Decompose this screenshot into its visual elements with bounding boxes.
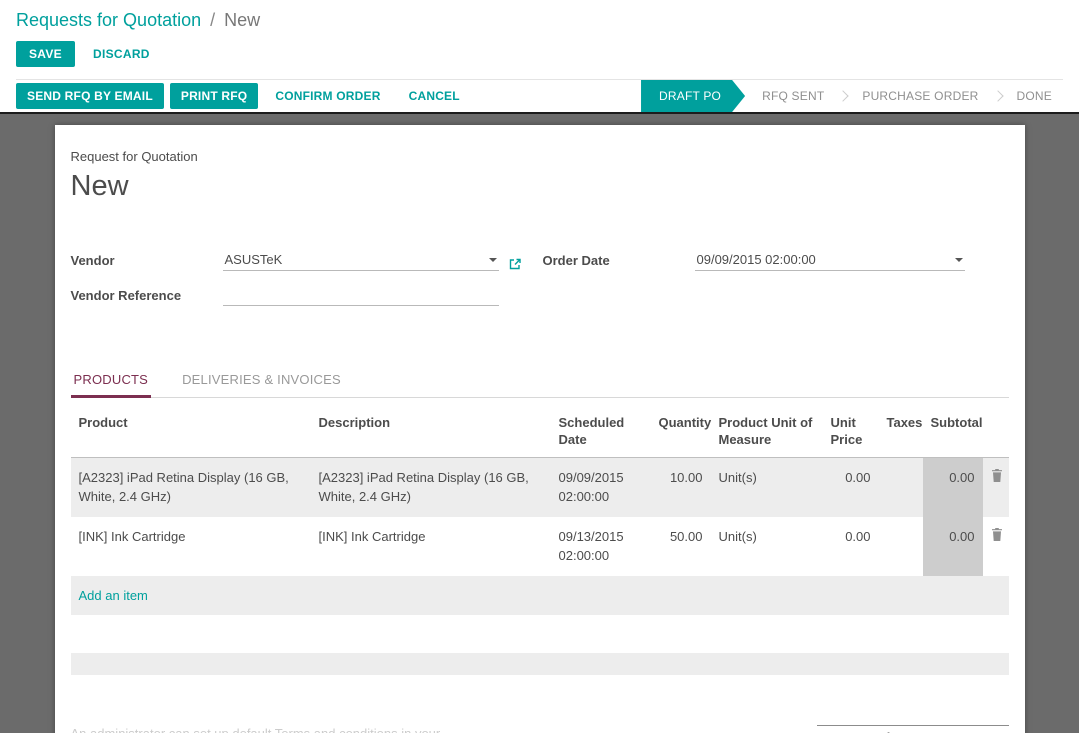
add-item-row: Add an item bbox=[71, 576, 1009, 616]
print-rfq-button[interactable]: PRINT RFQ bbox=[170, 83, 258, 109]
cell-scheduled-date[interactable]: 09/09/2015 02:00:00 bbox=[551, 457, 651, 517]
toolbar-buttons: SEND RFQ BY EMAIL PRINT RFQ CONFIRM ORDE… bbox=[0, 80, 471, 112]
cell-unit-price[interactable]: 0.00 bbox=[823, 517, 879, 576]
tab-deliveries-invoices[interactable]: DELIVERIES & INVOICES bbox=[179, 363, 344, 397]
terms-textarea[interactable] bbox=[71, 725, 499, 733]
column-header-uom[interactable]: Product Unit of Measure bbox=[711, 402, 823, 457]
sheet-footer: Untaxed Amount : 0.00€ Taxes : 0.00€ Tot… bbox=[71, 725, 1009, 733]
status-step-done[interactable]: DONE bbox=[1002, 80, 1067, 112]
empty-section-bar bbox=[71, 653, 1009, 675]
save-button[interactable]: SAVE bbox=[16, 41, 75, 67]
vendor-external-link-icon[interactable] bbox=[508, 257, 522, 271]
record-title: New bbox=[71, 170, 1009, 203]
confirm-order-button[interactable]: CONFIRM ORDER bbox=[264, 83, 391, 109]
cell-product[interactable]: [INK] Ink Cartridge bbox=[71, 517, 311, 576]
cell-delete bbox=[983, 517, 1009, 576]
form-toolbar: SEND RFQ BY EMAIL PRINT RFQ CONFIRM ORDE… bbox=[0, 80, 1079, 114]
cell-unit-price[interactable]: 0.00 bbox=[823, 457, 879, 517]
breadcrumb-separator: / bbox=[210, 10, 215, 30]
vendor-reference-label: Vendor Reference bbox=[71, 288, 223, 306]
vendor-dropdown-caret-icon[interactable] bbox=[489, 258, 497, 262]
table-header-row: Product Description Scheduled Date Quant… bbox=[71, 402, 1009, 457]
vendor-value: ASUSTeK bbox=[225, 252, 483, 267]
status-step-draft-po[interactable]: DRAFT PO bbox=[641, 80, 745, 112]
order-date-value: 09/09/2015 02:00:00 bbox=[697, 252, 949, 267]
vendor-reference-value bbox=[225, 287, 497, 302]
form-sheet: Request for Quotation New Vendor ASUSTeK bbox=[55, 125, 1025, 733]
fields-left-column: Vendor ASUSTeK bbox=[71, 249, 543, 319]
tab-products[interactable]: PRODUCTS bbox=[71, 363, 152, 398]
order-date-input[interactable]: 09/09/2015 02:00:00 bbox=[695, 252, 965, 271]
vendor-field-row: Vendor ASUSTeK bbox=[71, 249, 543, 271]
status-step-rfq-sent[interactable]: RFQ SENT bbox=[747, 80, 839, 112]
control-panel: Requests for Quotation / New SAVE DISCAR… bbox=[0, 0, 1079, 80]
cell-quantity[interactable]: 10.00 bbox=[651, 457, 711, 517]
column-header-scheduled-date[interactable]: Scheduled Date bbox=[551, 402, 651, 457]
cell-quantity[interactable]: 50.00 bbox=[651, 517, 711, 576]
status-step-purchase-order[interactable]: PURCHASE ORDER bbox=[847, 80, 993, 112]
untaxed-amount-row: Untaxed Amount : 0.00€ bbox=[817, 725, 1009, 733]
cell-subtotal: 0.00 bbox=[923, 457, 983, 517]
column-header-product[interactable]: Product bbox=[71, 402, 311, 457]
terms-and-conditions bbox=[71, 725, 499, 733]
column-header-subtotal[interactable]: Subtotal bbox=[923, 402, 983, 457]
order-lines-table: Product Description Scheduled Date Quant… bbox=[71, 402, 1009, 615]
vendor-reference-input[interactable] bbox=[223, 287, 499, 306]
header-fields: Vendor ASUSTeK bbox=[71, 249, 1009, 319]
cancel-button[interactable]: CANCEL bbox=[398, 83, 471, 109]
cell-delete bbox=[983, 457, 1009, 517]
vendor-input[interactable]: ASUSTeK bbox=[223, 252, 499, 271]
statusbar: DRAFT PO RFQ SENT PURCHASE ORDER DONE bbox=[641, 80, 1079, 112]
table-row: [A2323] iPad Retina Display (16 GB, Whit… bbox=[71, 457, 1009, 517]
order-date-label: Order Date bbox=[543, 253, 695, 271]
table-row: [INK] Ink Cartridge [INK] Ink Cartridge … bbox=[71, 517, 1009, 576]
fields-right-column: Order Date 09/09/2015 02:00:00 bbox=[543, 249, 1009, 319]
sheet-subtitle: Request for Quotation bbox=[71, 149, 1009, 164]
rfq-form-page: Requests for Quotation / New SAVE DISCAR… bbox=[0, 0, 1079, 733]
column-header-description[interactable]: Description bbox=[311, 402, 551, 457]
notebook-tabs: PRODUCTS DELIVERIES & INVOICES bbox=[71, 363, 1009, 398]
cell-taxes[interactable] bbox=[879, 457, 923, 517]
cell-description[interactable]: [A2323] iPad Retina Display (16 GB, Whit… bbox=[311, 457, 551, 517]
vendor-reference-field-row: Vendor Reference bbox=[71, 284, 543, 306]
cell-description[interactable]: [INK] Ink Cartridge bbox=[311, 517, 551, 576]
breadcrumb: Requests for Quotation / New bbox=[16, 10, 1063, 31]
cell-uom[interactable]: Unit(s) bbox=[711, 517, 823, 576]
breadcrumb-parent-link[interactable]: Requests for Quotation bbox=[16, 10, 201, 30]
order-date-dropdown-caret-icon[interactable] bbox=[955, 258, 963, 262]
cell-subtotal: 0.00 bbox=[923, 517, 983, 576]
cell-uom[interactable]: Unit(s) bbox=[711, 457, 823, 517]
vendor-label: Vendor bbox=[71, 253, 223, 271]
column-header-delete bbox=[983, 402, 1009, 457]
totals-block: Untaxed Amount : 0.00€ Taxes : 0.00€ Tot… bbox=[817, 725, 1009, 733]
column-header-quantity[interactable]: Quantity bbox=[651, 402, 711, 457]
cell-taxes[interactable] bbox=[879, 517, 923, 576]
column-header-unit-price[interactable]: Unit Price bbox=[823, 402, 879, 457]
discard-button[interactable]: DISCARD bbox=[83, 41, 160, 67]
add-an-item-link[interactable]: Add an item bbox=[79, 588, 148, 603]
cell-scheduled-date[interactable]: 09/13/2015 02:00:00 bbox=[551, 517, 651, 576]
cell-product[interactable]: [A2323] iPad Retina Display (16 GB, Whit… bbox=[71, 457, 311, 517]
delete-row-icon[interactable] bbox=[991, 527, 1003, 547]
delete-row-icon[interactable] bbox=[991, 468, 1003, 488]
form-view-background: Request for Quotation New Vendor ASUSTeK bbox=[0, 114, 1079, 733]
control-panel-actions: SAVE DISCARD bbox=[16, 41, 1063, 67]
breadcrumb-current: New bbox=[224, 10, 260, 30]
send-rfq-by-email-button[interactable]: SEND RFQ BY EMAIL bbox=[16, 83, 164, 109]
column-header-taxes[interactable]: Taxes bbox=[879, 402, 923, 457]
order-date-field-row: Order Date 09/09/2015 02:00:00 bbox=[543, 249, 1009, 271]
